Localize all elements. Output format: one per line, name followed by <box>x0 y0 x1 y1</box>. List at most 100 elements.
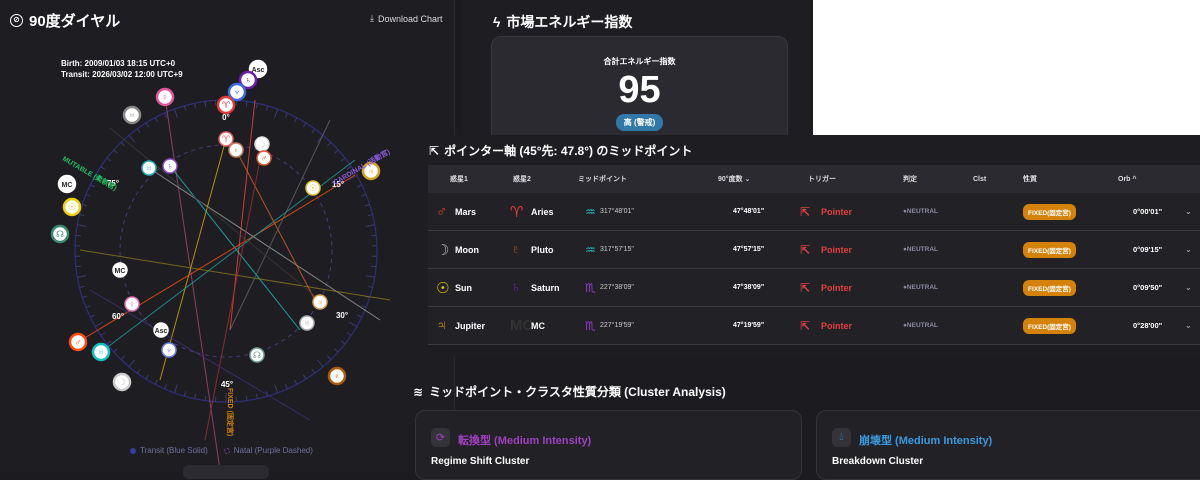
orb-value: 0°09'50" <box>1133 283 1162 292</box>
planet2-icon: ♇ <box>510 241 521 258</box>
tick-mark <box>303 123 306 127</box>
tick-mark <box>95 322 103 327</box>
tick-mark <box>366 276 375 278</box>
deg90-value: 47°19'59" <box>733 322 764 329</box>
tick-mark <box>368 214 373 215</box>
tick-mark <box>285 113 287 118</box>
dial-action-button[interactable] <box>183 465 269 479</box>
tick-mark <box>76 235 81 236</box>
tick-mark <box>341 341 345 344</box>
tick-mark <box>114 150 118 153</box>
planet-glyph: ♄ <box>167 161 174 171</box>
tick-mark <box>371 266 376 267</box>
degree-label: 30° <box>336 311 348 320</box>
tick-mark <box>361 194 366 196</box>
planet-glyph: ☽ <box>258 139 266 149</box>
transit-info: Transit: 2026/03/02 12:00 UTC+9 <box>61 69 183 80</box>
nature-badge: FIXED(固定宮) <box>1023 318 1076 334</box>
midpoint-value: 227°38'09" <box>600 284 634 291</box>
lightning-icon: ϟ <box>493 14 500 30</box>
midpoint-value: 317°57'15" <box>600 246 634 253</box>
sign-icon: ♏ <box>585 281 596 295</box>
table-row[interactable]: ☉ Sun ♄ Saturn ♏ 227°38'09" 47°38'09" ⇱ … <box>428 269 1200 307</box>
tick-mark <box>90 185 94 187</box>
tick-mark <box>165 113 167 118</box>
dial-legend: Transit (Blue Solid) Natal (Purple Dashe… <box>130 446 313 455</box>
energy-value: 95 <box>492 69 787 112</box>
tick-mark <box>121 142 124 146</box>
energy-title: 市場エネルギー指数 <box>506 12 632 32</box>
cursor-icon: ⇱ <box>429 144 439 158</box>
planet-glyph: ♅ <box>304 318 311 328</box>
cluster-card-subtitle: Regime Shift Cluster <box>431 456 529 467</box>
planet-glyph: ♅ <box>146 163 153 173</box>
cluster-card-breakdown[interactable]: 💧︎ 崩壊型 (Medium Intensity) Breakdown Clus… <box>816 410 1200 480</box>
planet-glyph: ♅ <box>98 347 105 357</box>
tick-mark <box>77 276 86 278</box>
cluster-card-regime[interactable]: ⟳ 転換型 (Medium Intensity) Regime Shift Cl… <box>415 410 802 480</box>
planet-glyph: ♆ <box>166 345 173 355</box>
planet1-icon: ☉ <box>436 279 449 297</box>
tick-mark <box>266 106 267 111</box>
tick-mark <box>121 356 124 360</box>
table-header: 惑星1惑星2ミッドポイント90°度数 ⌄トリガー判定Clst性質Orb ^ <box>428 165 1200 193</box>
planet-glyph: ♂ <box>75 337 82 347</box>
tick-mark <box>101 167 105 170</box>
tick-mark <box>129 135 135 142</box>
legend-transit: Transit (Blue Solid) <box>130 446 208 455</box>
planet-glyph: ☊ <box>56 229 64 239</box>
cluster-card-subtitle: Breakdown Cluster <box>832 456 923 467</box>
tick-mark <box>86 194 91 196</box>
deg90-value: 47°38'09" <box>733 284 764 291</box>
column-header[interactable]: 90°度数 ⌄ <box>718 174 750 184</box>
judge-label: ●NEUTRAL <box>903 246 938 253</box>
planet-glyph: ♃ <box>317 297 324 307</box>
tick-mark <box>101 333 105 336</box>
tick-mark <box>334 349 338 352</box>
legend-natal-label: Natal (Purple Dashed) <box>234 446 313 455</box>
sign-icon: ♏ <box>585 319 596 333</box>
tick-mark <box>107 341 111 344</box>
sign-icon: ♒ <box>585 205 596 219</box>
column-header: 惑星2 <box>513 174 531 184</box>
tick-mark <box>155 380 157 384</box>
planet-glyph: ♅ <box>129 110 136 120</box>
tick-mark <box>317 360 323 367</box>
tick-mark <box>275 109 278 117</box>
aspect-line <box>149 168 380 320</box>
column-header: ミッドポイント <box>578 174 627 184</box>
pointer-title: ポインター軸 (45°先: 47.8°) のミッドポイント <box>444 142 692 159</box>
blank-area <box>813 0 1200 137</box>
tick-mark <box>246 396 247 401</box>
energy-badge: 高 (警戒) <box>616 114 664 131</box>
tick-mark <box>174 384 177 392</box>
tick-mark <box>137 369 140 373</box>
tick-mark <box>349 322 357 327</box>
pointer-icon: ⇱ <box>800 205 810 219</box>
nature-badge: FIXED(固定宮) <box>1023 204 1076 220</box>
expand-chevron-icon[interactable]: ⌄ <box>1185 321 1192 330</box>
table-row[interactable]: ♃ Jupiter MC MC ♏ 227°19'59" 47°19'59" ⇱… <box>428 307 1200 345</box>
tick-mark <box>77 225 86 227</box>
midpoint-value: 227°19'59" <box>600 322 634 329</box>
expand-chevron-icon[interactable]: ⌄ <box>1185 207 1192 216</box>
expand-chevron-icon[interactable]: ⌄ <box>1185 283 1192 292</box>
table-row[interactable]: ☽ Moon ♇ Pluto ♒ 317°57'15" 47°57'15" ⇱ … <box>428 231 1200 269</box>
tick-mark <box>146 375 149 379</box>
expand-chevron-icon[interactable]: ⌄ <box>1185 245 1192 254</box>
cluster-card-title: 転換型 (Medium Intensity) <box>458 432 591 448</box>
energy-card: 合計エネルギー指数 95 高 (警戒) <box>491 36 788 146</box>
layers-icon: ≋ <box>413 385 423 399</box>
tick-mark <box>205 396 206 401</box>
column-header[interactable]: Orb ^ <box>1118 176 1136 183</box>
tick-mark <box>357 185 361 187</box>
aspect-line <box>80 250 390 300</box>
refresh-icon: ⟳ <box>431 428 450 447</box>
trigger-label: Pointer <box>821 245 852 255</box>
column-header: Clst <box>973 176 986 183</box>
nature-badge: FIXED(固定宮) <box>1023 242 1076 258</box>
table-row[interactable]: ♂ Mars ♈ Aries ♒ 317°48'01" 47°48'01" ⇱ … <box>428 193 1200 231</box>
planet-glyph: MC <box>62 182 73 189</box>
tick-mark <box>341 158 345 161</box>
planet2-icon: ♄ <box>510 279 521 296</box>
